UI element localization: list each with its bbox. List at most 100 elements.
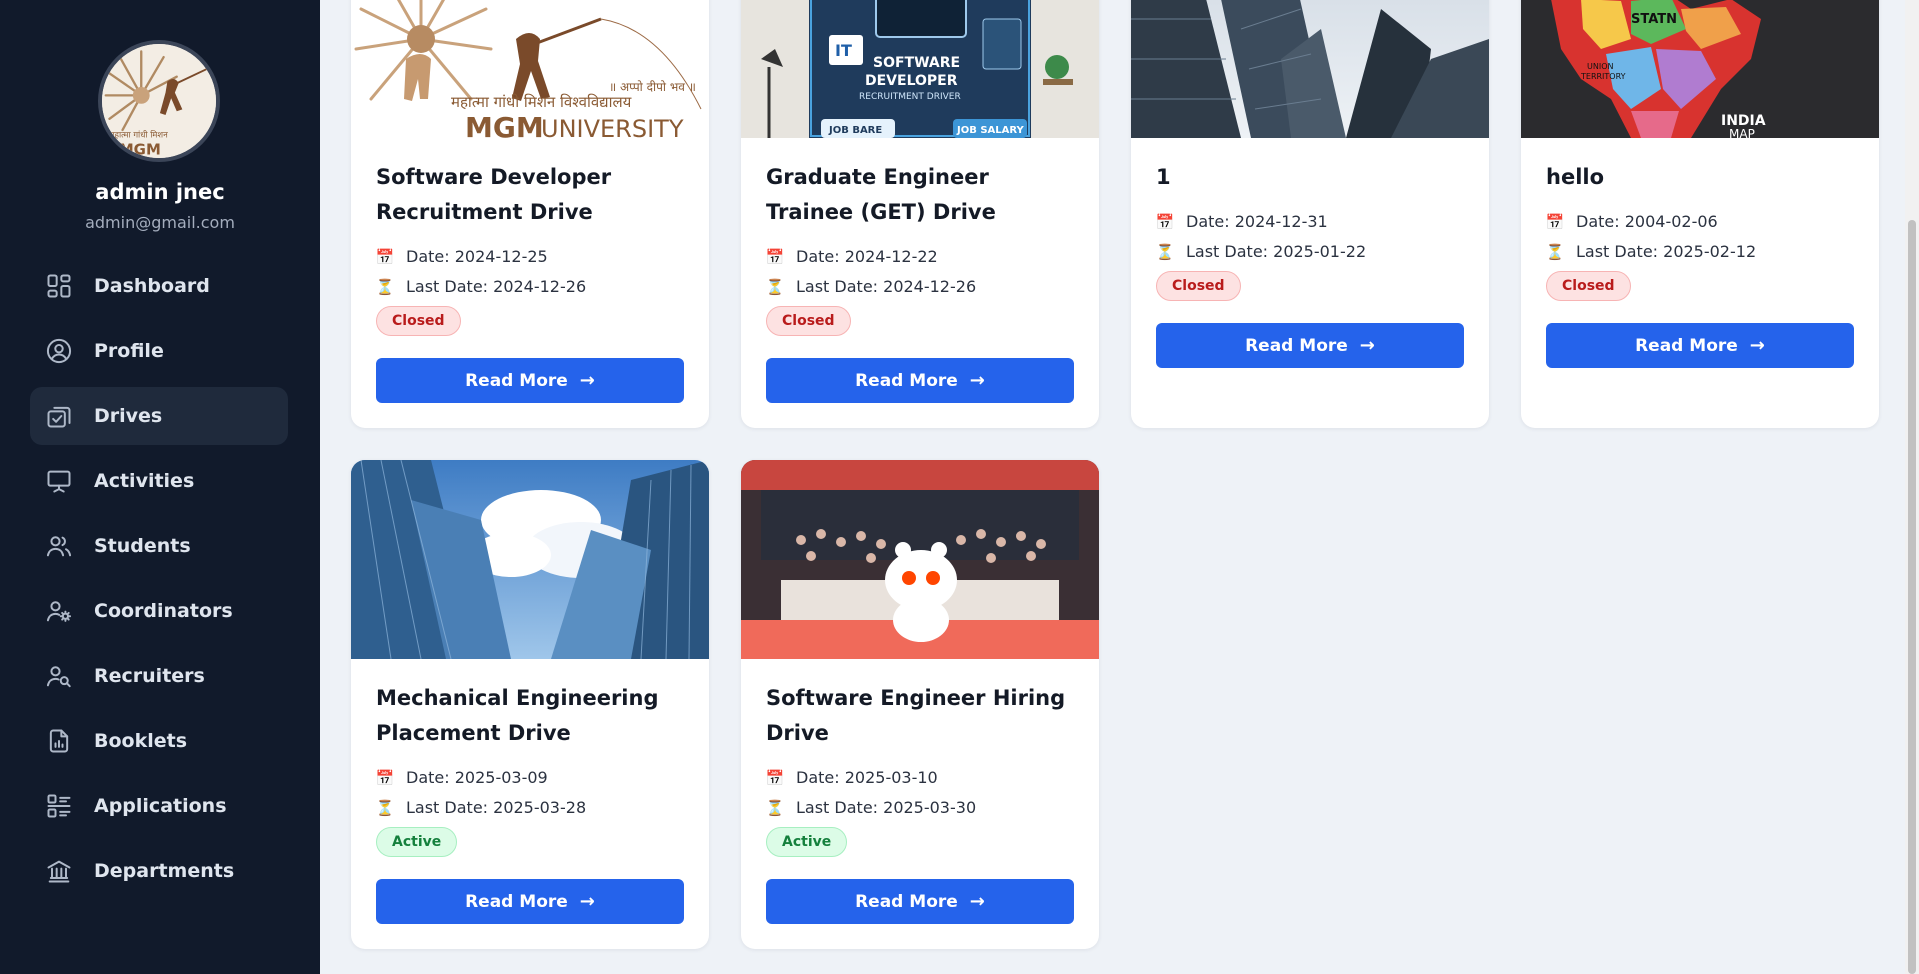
nav-label: Profile: [94, 340, 164, 362]
drive-card: 1 📅 Date: 2024-12-31 ⏳ Last Date: 2025-01-…: [1131, 0, 1489, 428]
svg-text:MGM: MGM: [119, 140, 161, 158]
dashboard-icon: [44, 271, 74, 301]
mgm-university-logo-image: ॥ अप्पो दीपो भव ॥ महात्मा गांधी मिशन विश…: [351, 0, 709, 138]
nav-label: Departments: [94, 860, 235, 882]
nav-item-recruiters[interactable]: Recruiters: [30, 647, 288, 705]
svg-text:RECRUITMENT DRIVER: RECRUITMENT DRIVER: [859, 92, 961, 102]
drive-last-date: ⏳ Last Date: 2025-02-12: [1546, 242, 1756, 261]
status-badge: Closed: [766, 306, 851, 336]
drive-card: Software Engineer Hiring Drive 📅 Date: 20…: [741, 460, 1099, 949]
hourglass-icon: ⏳: [375, 798, 395, 817]
read-more-button[interactable]: Read More →: [1546, 323, 1854, 368]
page-scrollbar[interactable]: [1905, 0, 1919, 974]
last-date-text: Last Date: 2025-03-30: [796, 798, 977, 817]
drive-card: IT SOFTWARE DEVELOPER RECRUITMENT DRIVER…: [741, 0, 1099, 428]
departments-icon: [44, 856, 74, 886]
sidebar: महात्मा गांधी मिशन MGM admin jnec admin@…: [0, 0, 320, 974]
stock-exchange-image: [741, 460, 1099, 659]
students-icon: [44, 531, 74, 561]
svg-text:TERRITORY: TERRITORY: [1580, 72, 1626, 81]
nav-label: Students: [94, 535, 191, 557]
status-badge: Active: [766, 827, 848, 857]
date-text: Date: 2025-03-09: [406, 768, 548, 787]
nav-item-applications[interactable]: Applications: [30, 777, 288, 835]
date-text: Date: 2025-03-10: [796, 768, 938, 787]
drive-card: STATN UNION TERRITORY INDIA MAP hello 📅 D…: [1521, 0, 1879, 428]
drive-last-date: ⏳ Last Date: 2024-12-26: [766, 277, 976, 296]
hourglass-icon: ⏳: [765, 798, 785, 817]
nav-label: Coordinators: [94, 600, 233, 622]
date-text: Date: 2024-12-31: [1186, 212, 1328, 231]
button-label: Read More: [1245, 335, 1348, 356]
drive-date: 📅 Date: 2024-12-25: [376, 247, 548, 266]
drive-title: Graduate Engineer Trainee (GET) Drive: [766, 165, 996, 224]
drive-title: Software Engineer Hiring Drive: [766, 686, 1066, 745]
scrollbar-thumb[interactable]: [1908, 220, 1916, 974]
user-email: admin@gmail.com: [85, 213, 235, 232]
skyscrapers-image: [1131, 0, 1489, 138]
mgm-logo-icon: महात्मा गांधी मिशन MGM: [102, 44, 216, 158]
india-map-image: STATN UNION TERRITORY INDIA MAP: [1521, 0, 1879, 138]
arrow-right-icon: →: [579, 370, 595, 391]
arrow-right-icon: →: [1749, 335, 1765, 356]
nav-label: Dashboard: [94, 275, 210, 297]
svg-text:SOFTWARE: SOFTWARE: [873, 55, 960, 71]
svg-text:JOB SALARY: JOB SALARY: [956, 125, 1025, 136]
svg-text:महात्मा गांधी मिशन: महात्मा गांधी मिशन: [109, 129, 168, 139]
status-badge: Closed: [376, 306, 461, 336]
last-date-text: Last Date: 2024-12-26: [796, 277, 977, 296]
activities-icon: [44, 466, 74, 496]
drive-date: 📅 Date: 2024-12-31: [1156, 212, 1328, 231]
read-more-button[interactable]: Read More →: [376, 879, 684, 924]
read-more-button[interactable]: Read More →: [766, 879, 1074, 924]
drive-last-date: ⏳ Last Date: 2024-12-26: [376, 277, 586, 296]
nav-item-drives[interactable]: Drives: [30, 387, 288, 445]
nav-item-dashboard[interactable]: Dashboard: [30, 257, 288, 315]
last-date-text: Last Date: 2025-01-22: [1186, 242, 1367, 261]
nav-label: Drives: [94, 405, 163, 427]
nav-item-booklets[interactable]: Booklets: [30, 712, 288, 770]
avatar[interactable]: महात्मा गांधी मिशन MGM: [98, 40, 220, 162]
svg-text:STATN: STATN: [1631, 12, 1677, 27]
status-badge: Active: [376, 827, 458, 857]
last-date-text: Last Date: 2024-12-26: [406, 277, 587, 296]
svg-text:महात्मा गांधी मिशन विश्वविद्या: महात्मा गांधी मिशन विश्वविद्यालय: [451, 93, 632, 111]
user-name: admin jnec: [95, 180, 225, 204]
nav-item-profile[interactable]: Profile: [30, 322, 288, 380]
read-more-button[interactable]: Read More →: [376, 358, 684, 403]
nav-label: Booklets: [94, 730, 188, 752]
nav-label: Recruiters: [94, 665, 205, 687]
button-label: Read More: [465, 891, 568, 912]
calendar-icon: 📅: [765, 247, 785, 266]
status-badge: Closed: [1546, 271, 1631, 301]
calendar-icon: 📅: [765, 768, 785, 787]
hourglass-icon: ⏳: [1545, 242, 1565, 261]
svg-text:UNIVERSITY: UNIVERSITY: [541, 115, 684, 138]
svg-text:JOB BARE: JOB BARE: [828, 125, 882, 136]
drive-date: 📅 Date: 2025-03-10: [766, 768, 938, 787]
arrow-right-icon: →: [969, 891, 985, 912]
drive-title: 1: [1156, 165, 1171, 189]
nav-item-departments[interactable]: Departments: [30, 842, 288, 900]
read-more-button[interactable]: Read More →: [1156, 323, 1464, 368]
button-label: Read More: [855, 891, 958, 912]
drive-card: Mechanical Engineering Placement Drive 📅…: [351, 460, 709, 949]
coordinators-icon: [44, 596, 74, 626]
drive-last-date: ⏳ Last Date: 2025-03-30: [766, 798, 976, 817]
applications-icon: [44, 791, 74, 821]
profile-icon: [44, 336, 74, 366]
recruiters-icon: [44, 661, 74, 691]
nav-item-coordinators[interactable]: Coordinators: [30, 582, 288, 640]
drive-date: 📅 Date: 2024-12-22: [766, 247, 938, 266]
read-more-button[interactable]: Read More →: [766, 358, 1074, 403]
arrow-right-icon: →: [1359, 335, 1375, 356]
nav-item-activities[interactable]: Activities: [30, 452, 288, 510]
drive-title: Mechanical Engineering Placement Drive: [376, 686, 659, 745]
booklets-icon: [44, 726, 74, 756]
calendar-icon: 📅: [375, 247, 395, 266]
button-label: Read More: [1635, 335, 1738, 356]
drive-last-date: ⏳ Last Date: 2025-01-22: [1156, 242, 1366, 261]
nav-label: Applications: [94, 795, 227, 817]
nav-item-students[interactable]: Students: [30, 517, 288, 575]
svg-text:UNION: UNION: [1587, 62, 1613, 71]
